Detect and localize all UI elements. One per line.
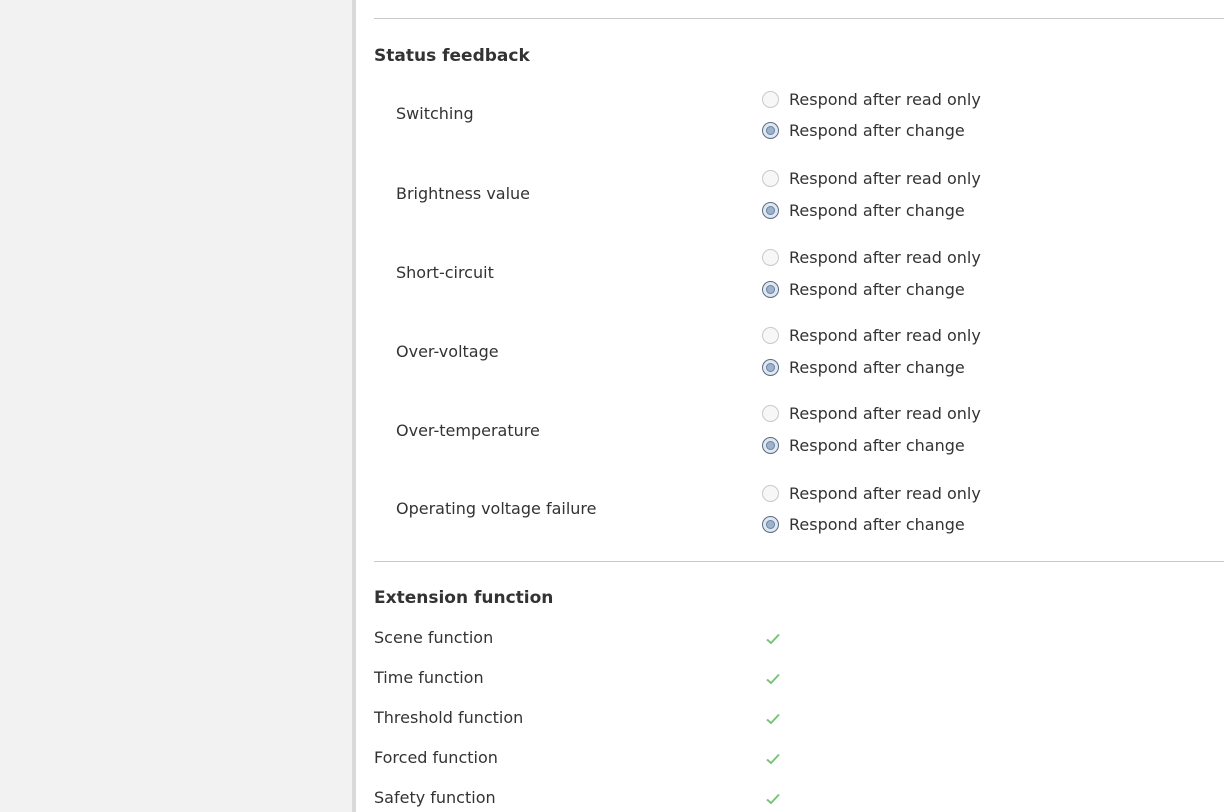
radio-icon[interactable] <box>762 404 779 422</box>
radio-label: Respond after change <box>789 435 965 455</box>
radio-switching-read-only[interactable]: Respond after read only <box>762 86 981 112</box>
radio-over-temperature-read-only[interactable]: Respond after read only <box>762 400 981 426</box>
radio-icon[interactable] <box>762 169 779 187</box>
extension-function-title: Extension function <box>374 588 554 608</box>
check-icon <box>766 713 780 725</box>
left-navigation-panel <box>0 0 352 812</box>
param-label-over-temperature: Over-temperature <box>396 421 540 440</box>
param-label-short-circuit: Short-circuit <box>396 263 494 282</box>
radio-label: Respond after change <box>789 279 965 299</box>
radio-brightness-read-only[interactable]: Respond after read only <box>762 165 981 191</box>
param-label-switching: Switching <box>396 104 474 123</box>
radio-icon[interactable] <box>762 326 779 344</box>
radio-label: Respond after read only <box>789 325 981 345</box>
check-icon <box>766 633 780 645</box>
radio-checked-icon[interactable] <box>762 515 779 533</box>
scene-function-checkbox[interactable] <box>762 628 784 650</box>
threshold-function-checkbox[interactable] <box>762 708 784 730</box>
radio-icon[interactable] <box>762 484 779 502</box>
radio-operating-voltage-read-only[interactable]: Respond after read only <box>762 480 981 506</box>
radio-label: Respond after change <box>789 514 965 534</box>
radio-label: Respond after read only <box>789 483 981 503</box>
radio-label: Respond after change <box>789 357 965 377</box>
radio-checked-icon[interactable] <box>762 280 779 298</box>
radio-label: Respond after change <box>789 120 965 140</box>
section-divider <box>374 561 1224 562</box>
radio-brightness-after-change[interactable]: Respond after change <box>762 197 965 223</box>
ext-label-forced-function: Forced function <box>374 748 498 767</box>
radio-checked-icon[interactable] <box>762 201 779 219</box>
param-label-operating-voltage-failure: Operating voltage failure <box>396 499 597 518</box>
radio-label: Respond after read only <box>789 89 981 109</box>
radio-short-circuit-read-only[interactable]: Respond after read only <box>762 244 981 270</box>
radio-label: Respond after read only <box>789 247 981 267</box>
time-function-checkbox[interactable] <box>762 668 784 690</box>
radio-label: Respond after change <box>789 200 965 220</box>
forced-function-checkbox[interactable] <box>762 748 784 770</box>
radio-icon[interactable] <box>762 248 779 266</box>
radio-icon[interactable] <box>762 90 779 108</box>
radio-checked-icon[interactable] <box>762 358 779 376</box>
param-label-over-voltage: Over-voltage <box>396 342 499 361</box>
radio-switching-after-change[interactable]: Respond after change <box>762 117 965 143</box>
ext-label-threshold-function: Threshold function <box>374 708 524 727</box>
parameter-content: Status feedback Switching Respond after … <box>356 0 1224 812</box>
check-icon <box>766 753 780 765</box>
param-label-brightness-value: Brightness value <box>396 184 531 203</box>
safety-function-checkbox[interactable] <box>762 788 784 810</box>
section-divider <box>374 18 1224 19</box>
radio-operating-voltage-after-change[interactable]: Respond after change <box>762 511 965 537</box>
ext-label-safety-function: Safety function <box>374 788 496 807</box>
radio-over-voltage-read-only[interactable]: Respond after read only <box>762 322 981 348</box>
radio-over-temperature-after-change[interactable]: Respond after change <box>762 432 965 458</box>
radio-label: Respond after read only <box>789 403 981 423</box>
ext-label-time-function: Time function <box>374 668 484 687</box>
radio-over-voltage-after-change[interactable]: Respond after change <box>762 354 965 380</box>
status-feedback-title: Status feedback <box>374 46 530 66</box>
radio-short-circuit-after-change[interactable]: Respond after change <box>762 276 965 302</box>
check-icon <box>766 793 780 805</box>
check-icon <box>766 673 780 685</box>
radio-checked-icon[interactable] <box>762 436 779 454</box>
radio-checked-icon[interactable] <box>762 121 779 139</box>
radio-label: Respond after read only <box>789 168 981 188</box>
ext-label-scene-function: Scene function <box>374 628 494 647</box>
